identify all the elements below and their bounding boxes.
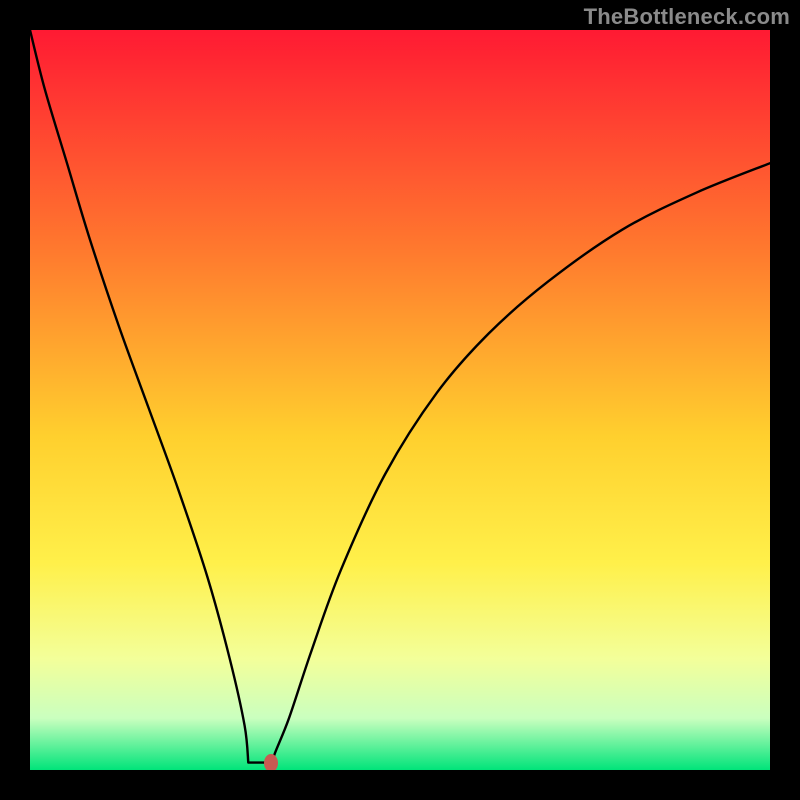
minimum-marker: [264, 754, 278, 770]
curve-layer: [30, 30, 770, 770]
plot-area: [30, 30, 770, 770]
watermark-text: TheBottleneck.com: [584, 4, 790, 30]
chart-frame: TheBottleneck.com: [0, 0, 800, 800]
bottleneck-curve: [30, 30, 770, 763]
